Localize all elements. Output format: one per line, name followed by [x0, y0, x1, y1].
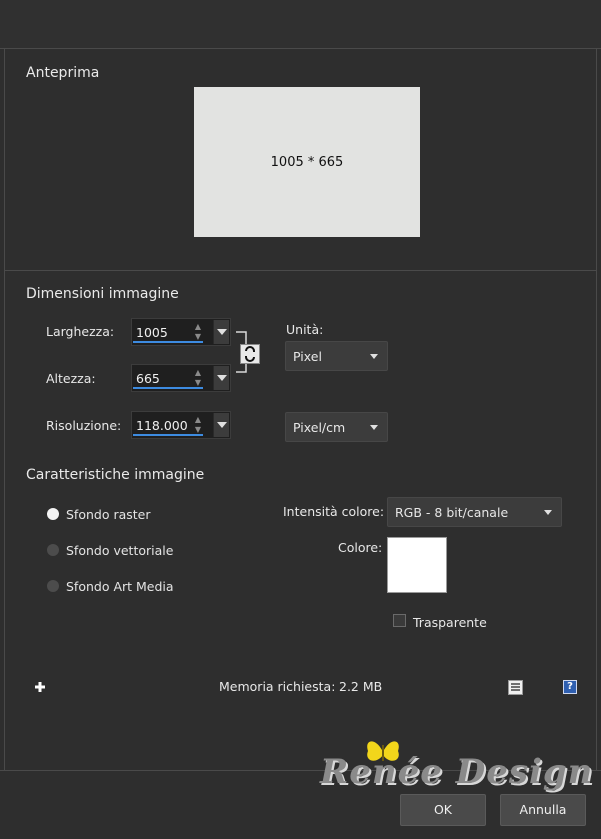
dimensions-title: Dimensioni immagine: [26, 286, 179, 302]
transparent-label[interactable]: Trasparente: [413, 615, 487, 630]
preview-title: Anteprima: [26, 65, 100, 81]
color-depth-select-value: RGB - 8 bit/canale: [395, 505, 509, 520]
preview-dimensions: 1005 * 665: [270, 154, 344, 170]
radio-art-media[interactable]: [47, 580, 59, 592]
link-icon[interactable]: [240, 344, 260, 364]
width-focus-underline: [133, 341, 203, 343]
help-icon[interactable]: ?: [563, 680, 577, 694]
resolution-focus-underline: [133, 434, 203, 436]
characteristics-title: Caratteristiche immagine: [26, 467, 205, 483]
width-stepper[interactable]: 1005 ▲ ▼: [131, 318, 231, 346]
title-bar-area: [0, 0, 601, 48]
resolution-value[interactable]: 118.000: [136, 418, 188, 433]
color-label: Colore:: [338, 540, 383, 555]
ok-button[interactable]: OK: [400, 794, 486, 826]
color-depth-select[interactable]: RGB - 8 bit/canale: [387, 497, 562, 527]
height-label: Altezza:: [46, 371, 96, 386]
left-border: [4, 48, 5, 770]
separator-top: [0, 48, 601, 49]
memory-label: Memoria richiesta:: [219, 679, 336, 694]
width-dropdown-button[interactable]: [213, 320, 229, 344]
memory-value: 2.2 MB: [339, 679, 383, 694]
width-value[interactable]: 1005: [136, 325, 168, 340]
cancel-button[interactable]: Annulla: [500, 794, 586, 826]
transparent-checkbox[interactable]: [393, 614, 406, 627]
color-depth-label: Intensità colore:: [283, 504, 385, 519]
radio-vector-label[interactable]: Sfondo vettoriale: [66, 543, 173, 558]
radio-raster[interactable]: [47, 508, 59, 520]
unit-select-value: Pixel: [293, 349, 322, 364]
right-border: [596, 48, 597, 770]
resolution-stepper[interactable]: 118.000 ▲ ▼: [131, 411, 231, 439]
height-focus-underline: [133, 387, 203, 389]
watermark-logo: Renée Design: [320, 752, 594, 792]
plus-icon[interactable]: [33, 680, 47, 694]
height-stepper[interactable]: 665 ▲ ▼: [131, 364, 231, 392]
resolution-unit-select[interactable]: Pixel/cm: [285, 412, 388, 442]
color-depth-caret-icon: [544, 510, 552, 515]
radio-vector[interactable]: [47, 544, 59, 556]
resolution-unit-caret-icon: [370, 425, 378, 430]
width-label: Larghezza:: [46, 324, 115, 339]
preview-canvas: 1005 * 665: [194, 87, 420, 237]
unit-select[interactable]: Pixel: [285, 341, 388, 371]
color-swatch[interactable]: [387, 537, 447, 593]
height-value[interactable]: 665: [136, 371, 160, 386]
separator-preview: [4, 270, 596, 271]
resolution-dropdown-button[interactable]: [213, 413, 229, 437]
notes-icon[interactable]: [508, 680, 523, 695]
height-dropdown-button[interactable]: [213, 366, 229, 390]
radio-art-media-label[interactable]: Sfondo Art Media: [66, 579, 174, 594]
resolution-unit-select-value: Pixel/cm: [293, 420, 346, 435]
resolution-label: Risoluzione:: [46, 418, 122, 433]
unit-label: Unità:: [286, 322, 324, 337]
unit-caret-icon: [370, 354, 378, 359]
radio-raster-label[interactable]: Sfondo raster: [66, 507, 151, 522]
